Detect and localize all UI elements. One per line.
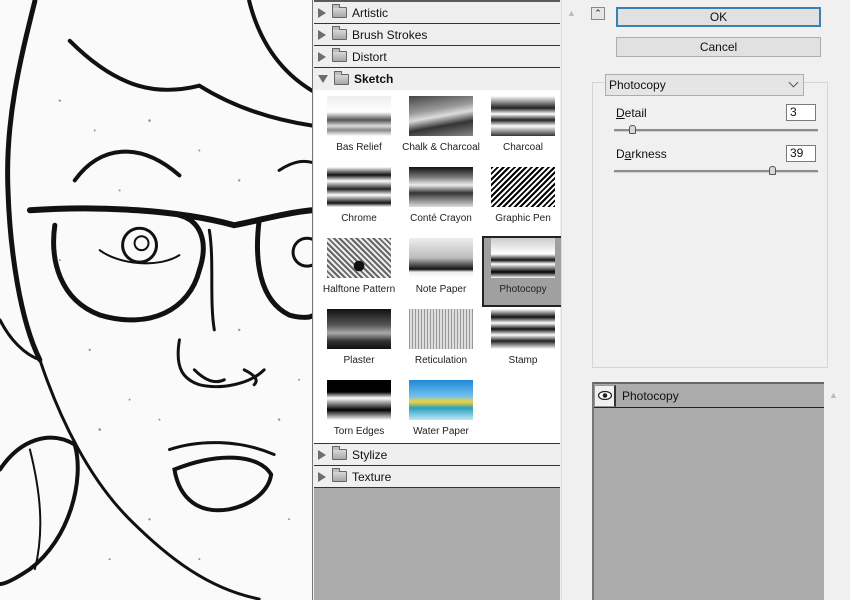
filter-thumb-halftone-pattern[interactable]: Halftone Pattern — [318, 236, 400, 307]
filter-preview-image — [491, 96, 555, 136]
category-label: Brush Strokes — [352, 27, 428, 42]
folder-icon — [332, 468, 347, 482]
detail-slider[interactable] — [614, 125, 818, 134]
effect-layer-row[interactable]: Photocopy — [594, 384, 824, 408]
expand-arrow-icon — [318, 7, 326, 18]
expand-arrow-icon — [318, 449, 326, 460]
filter-label: Stamp — [508, 355, 538, 366]
double-chevron-up-icon: ⌃ — [594, 8, 602, 18]
ok-button[interactable]: OK — [616, 7, 821, 27]
scroll-up-icon[interactable]: ▲ — [567, 8, 576, 18]
category-texture[interactable]: Texture — [314, 466, 560, 488]
category-label: Artistic — [352, 5, 388, 20]
effect-layers-panel: Photocopy — [592, 382, 824, 600]
sketch-filter-thumbnails: Bas Relief Chalk & Charcoal Charcoal Chrome… — [314, 90, 564, 444]
cancel-button[interactable]: Cancel — [616, 37, 821, 57]
preview-canvas[interactable] — [0, 0, 313, 600]
darkness-slider-handle[interactable] — [769, 166, 777, 175]
collapse-arrow-icon — [318, 75, 328, 83]
filter-thumb-chrome[interactable]: Chrome — [318, 165, 400, 236]
filter-label: Chrome — [341, 213, 377, 224]
filter-preview-image — [327, 309, 391, 349]
filter-label: Bas Relief — [336, 142, 382, 153]
category-label: Distort — [352, 49, 387, 64]
category-label: Texture — [352, 469, 392, 484]
filter-label: Halftone Pattern — [322, 284, 396, 295]
filter-thumb-plaster[interactable]: Plaster — [318, 307, 400, 378]
category-artistic[interactable]: Artistic — [314, 2, 560, 24]
filter-label: Water Paper — [413, 426, 469, 437]
visibility-toggle[interactable] — [594, 384, 616, 407]
filter-preview-image — [491, 167, 555, 207]
filter-label: Reticulation — [414, 355, 468, 366]
preview-image — [0, 0, 312, 600]
filter-thumb-stamp[interactable]: Stamp — [482, 307, 564, 378]
filter-preview-image — [327, 238, 391, 278]
filter-preview-image — [409, 167, 473, 207]
folder-open-icon — [334, 70, 349, 85]
folder-icon — [332, 446, 347, 460]
filter-gallery-list: Artistic Brush Strokes Distort Sketch Ba… — [314, 0, 564, 600]
category-label: Sketch — [354, 72, 394, 86]
layers-scrollbar[interactable]: ▲ — [824, 382, 843, 600]
filter-label: Conté Crayon — [410, 213, 472, 224]
filter-gallery-window: Artistic Brush Strokes Distort Sketch Ba… — [0, 0, 850, 600]
gallery-scrollbar[interactable]: ▲ — [561, 0, 581, 600]
filter-preview-image — [409, 96, 473, 136]
folder-icon — [332, 26, 347, 40]
filter-thumb-graphic-pen[interactable]: Graphic Pen — [482, 165, 564, 236]
folder-icon — [332, 48, 347, 62]
detail-label: Detail — [616, 106, 647, 120]
filter-thumb-reticulation[interactable]: Reticulation — [400, 307, 482, 378]
detail-slider-handle[interactable] — [628, 125, 636, 134]
filter-select-dropdown[interactable]: Photocopy — [605, 74, 804, 96]
filter-parameters-group — [592, 82, 828, 368]
filter-thumb-water-paper[interactable]: Water Paper — [400, 378, 482, 449]
effect-layer-name: Photocopy — [622, 388, 679, 403]
filter-thumb-chalk-charcoal[interactable]: Chalk & Charcoal — [400, 94, 482, 165]
filter-preview-image — [409, 380, 473, 420]
filter-label: Plaster — [343, 355, 375, 366]
darkness-input[interactable]: 39 — [786, 145, 816, 162]
category-sketch[interactable]: Sketch — [314, 68, 560, 90]
scroll-up-icon[interactable]: ▲ — [829, 390, 838, 400]
filter-label: Charcoal — [502, 142, 544, 153]
filter-preview-image — [409, 238, 473, 278]
filter-label: Photocopy — [499, 284, 547, 295]
filter-preview-image — [491, 309, 555, 349]
detail-input[interactable]: 3 — [786, 104, 816, 121]
collapse-gallery-button[interactable]: ⌃ — [591, 7, 605, 20]
filter-label: Note Paper — [415, 284, 467, 295]
expand-arrow-icon — [318, 471, 326, 482]
filter-label: Graphic Pen — [495, 213, 551, 224]
darkness-slider[interactable] — [614, 166, 818, 175]
expand-arrow-icon — [318, 51, 326, 62]
filter-preview-image — [409, 309, 473, 349]
category-distort[interactable]: Distort — [314, 46, 560, 68]
darkness-label: Darkness — [616, 147, 667, 161]
filter-thumb-charcoal[interactable]: Charcoal — [482, 94, 564, 165]
eye-icon — [597, 391, 612, 400]
filter-thumb-photocopy[interactable]: Photocopy — [482, 236, 564, 307]
filter-thumb-note-paper[interactable]: Note Paper — [400, 236, 482, 307]
category-label: Stylize — [352, 447, 388, 462]
folder-icon — [332, 4, 347, 18]
expand-arrow-icon — [318, 29, 326, 40]
filter-preview-image — [327, 380, 391, 420]
filter-thumb-bas-relief[interactable]: Bas Relief — [318, 94, 400, 165]
filter-thumb-torn-edges[interactable]: Torn Edges — [318, 378, 400, 449]
filter-label: Chalk & Charcoal — [402, 142, 480, 153]
filter-preview-image — [327, 96, 391, 136]
chevron-down-icon — [788, 77, 799, 88]
category-brush-strokes[interactable]: Brush Strokes — [314, 24, 560, 46]
filter-preview-image — [491, 238, 555, 278]
filter-thumb-cont-crayon[interactable]: Conté Crayon — [400, 165, 482, 236]
filter-select-value: Photocopy — [609, 78, 666, 92]
filter-label: Torn Edges — [333, 426, 385, 437]
filter-preview-image — [327, 167, 391, 207]
